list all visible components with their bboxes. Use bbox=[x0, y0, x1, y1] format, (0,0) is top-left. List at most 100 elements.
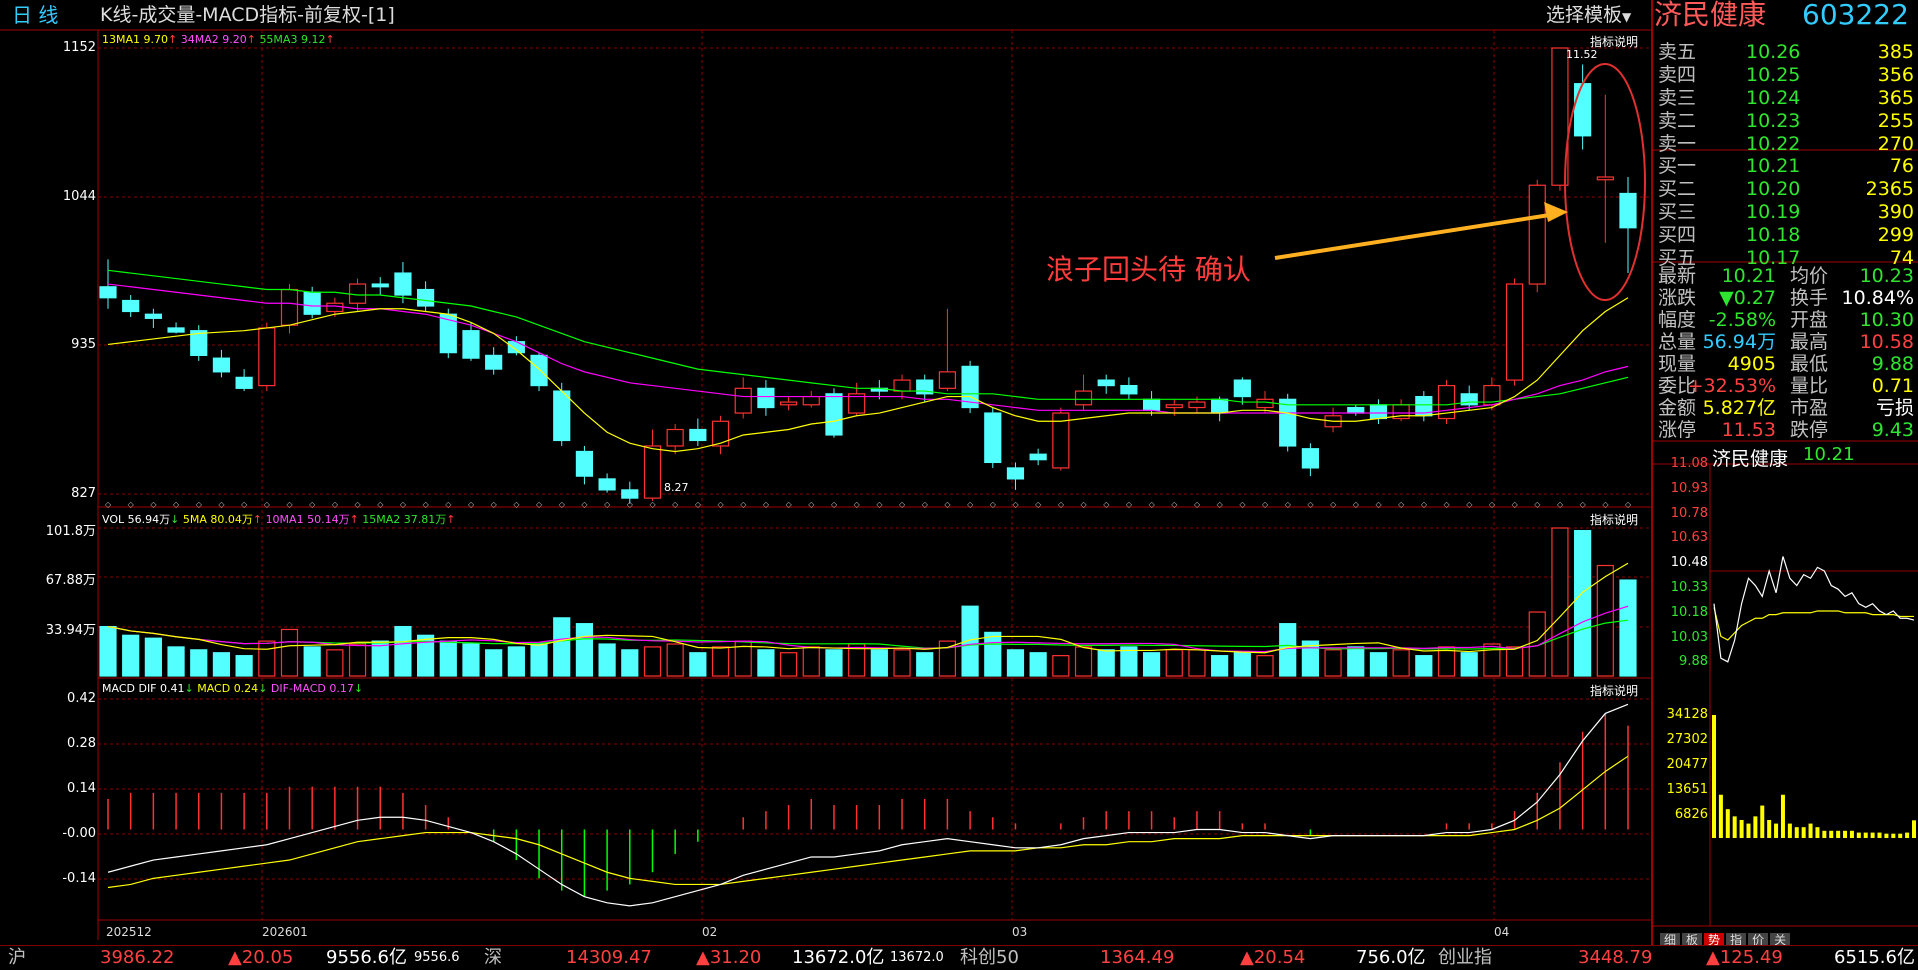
candle-down bbox=[144, 313, 162, 319]
bottom-marker: ◇ bbox=[1602, 500, 1609, 509]
intraday-volume-bar bbox=[1808, 823, 1813, 838]
intraday-volume-bar bbox=[1891, 833, 1896, 838]
candle-down bbox=[1233, 379, 1251, 398]
up-arrow-icon: ↑ bbox=[325, 33, 335, 46]
stat-label: 幅度 bbox=[1658, 309, 1697, 331]
sz-label[interactable]: 深 bbox=[484, 946, 502, 970]
bid-row[interactable]: 买三 10.19 390 bbox=[1658, 201, 1914, 223]
volume-indicator-link[interactable]: 指标说明 bbox=[1590, 511, 1638, 528]
volume-bar-up bbox=[348, 643, 367, 677]
volume-bar-down bbox=[507, 646, 525, 677]
ask-row[interactable]: 卖三 10.24 365 bbox=[1658, 87, 1914, 109]
volume-bar-down bbox=[825, 649, 843, 677]
stat-label: 涨跌 bbox=[1658, 287, 1697, 309]
macd-ytick: -0.00 bbox=[62, 826, 96, 841]
intraday-avg-line bbox=[1713, 607, 1914, 641]
bottom-marker: ◇ bbox=[740, 500, 747, 509]
bottom-marker: ◇ bbox=[1239, 500, 1246, 509]
stat-value: -2.58% bbox=[1708, 309, 1776, 331]
bottom-marker: ◇ bbox=[922, 500, 929, 509]
candle-down bbox=[621, 489, 639, 499]
bid-row[interactable]: 买二 10.20 2365 bbox=[1658, 178, 1914, 200]
chart-canvas: ◇ ◇ ◇ ◇ ◇ ◇ ◇ ◇ ◇ ◇ ◇ ◇ ◇ ◇ ◇ ◇ ◇ ◇ ◇ ◇ ◇ ◇ ◇ ◇ ◇ ◇ ◇ ◇ ◇ ◇ ◇ ◇ ◇ ◇ ◇ ◇ ◇ ◇ ◇ ◇… bbox=[0, 0, 1918, 945]
volume-ytick: 33.94万 bbox=[45, 623, 96, 638]
cyb-amount: 6515.6亿 bbox=[1834, 947, 1915, 968]
intraday-volume-bar bbox=[1760, 805, 1765, 838]
candle-up bbox=[666, 428, 684, 447]
kline-legend: 13MA1 9.70↑ 34MA2 9.20↑ 55MA3 9.12↑ bbox=[102, 33, 335, 46]
stat-value: 10.84% bbox=[1841, 287, 1914, 309]
order-volume: 255 bbox=[1877, 110, 1914, 132]
intraday-volume-bar bbox=[1912, 820, 1916, 838]
candle-up bbox=[326, 302, 344, 313]
bottom-marker: ◇ bbox=[196, 500, 203, 509]
bid-row[interactable]: 买四 10.18 299 bbox=[1658, 224, 1914, 246]
candle-down bbox=[212, 357, 231, 373]
candle-up bbox=[348, 283, 367, 304]
cyb-label[interactable]: 创业指 bbox=[1438, 946, 1492, 970]
order-volume: 270 bbox=[1877, 133, 1914, 155]
macd-indicator-link[interactable]: 指标说明 bbox=[1590, 682, 1638, 699]
volume-bar-down bbox=[598, 643, 616, 677]
order-price: 10.19 bbox=[1746, 201, 1801, 223]
template-select-button[interactable]: 选择模板▼ bbox=[1546, 0, 1631, 30]
candle-down bbox=[1347, 406, 1365, 414]
high-price-label: 11.52 bbox=[1566, 48, 1598, 61]
stat-value: 10.23 bbox=[1859, 265, 1914, 287]
bottom-marker: ◇ bbox=[445, 500, 452, 509]
candle-down bbox=[462, 330, 480, 359]
intraday-price-tick: 10.93 bbox=[1670, 480, 1708, 496]
bottom-marker: ◇ bbox=[1625, 500, 1632, 509]
order-price: 10.23 bbox=[1746, 110, 1801, 132]
volume-bar-down bbox=[621, 649, 639, 677]
bottom-marker: ◇ bbox=[718, 500, 725, 509]
bottom-marker: ◇ bbox=[876, 500, 883, 509]
intraday-volume-bar bbox=[1843, 830, 1848, 838]
volume-bar-down bbox=[462, 643, 480, 677]
up-arrow-icon: ↑ bbox=[446, 513, 456, 526]
order-price: 10.25 bbox=[1746, 64, 1801, 86]
stat-value: 10.21 bbox=[1721, 265, 1776, 287]
volume-bar-down bbox=[530, 643, 548, 677]
quote-stat-row: 涨停 11.53 跌停 9.43 bbox=[1658, 419, 1914, 441]
down-arrow-icon: ↓ bbox=[353, 682, 364, 695]
bottom-marker: ◇ bbox=[128, 500, 135, 509]
dea-legend: MACD 0.24 bbox=[197, 682, 259, 695]
intraday-volume-tick: 34128 bbox=[1666, 707, 1708, 722]
volume-bar-down bbox=[1233, 652, 1251, 677]
intraday-layer bbox=[1710, 556, 1918, 838]
volume-bar-up bbox=[1392, 649, 1410, 677]
bottom-marker: ◇ bbox=[672, 500, 679, 509]
ask-row[interactable]: 卖一 10.22 270 bbox=[1658, 133, 1914, 155]
volume-bar-down bbox=[575, 623, 594, 677]
candle-up bbox=[1505, 283, 1524, 381]
volume-bar-down bbox=[144, 637, 162, 677]
volume-bar-up bbox=[643, 646, 662, 677]
ask-row[interactable]: 卖五 10.26 385 bbox=[1658, 41, 1914, 63]
ask-row[interactable]: 卖四 10.25 356 bbox=[1658, 64, 1914, 86]
volume-bar-up bbox=[1551, 527, 1569, 677]
kc50-label[interactable]: 科创50 bbox=[960, 946, 1019, 970]
bottom-marker: ◇ bbox=[355, 500, 362, 509]
intraday-volume-bar bbox=[1780, 794, 1785, 838]
intraday-title: 济民健康 bbox=[1712, 448, 1789, 470]
intraday-volume-bar bbox=[1732, 816, 1737, 838]
intraday-volume-bar bbox=[1884, 833, 1889, 838]
sh-label[interactable]: 沪 bbox=[8, 946, 26, 970]
candle-down bbox=[553, 390, 571, 442]
quote-stat-row: 最新 10.21 均价 10.23 bbox=[1658, 265, 1914, 287]
ma55-line bbox=[107, 269, 1629, 406]
intraday-volume-tick: 13651 bbox=[1666, 782, 1708, 797]
bid-row[interactable]: 买一 10.21 76 bbox=[1658, 155, 1914, 177]
candle-down bbox=[598, 478, 616, 491]
volume-bar-down bbox=[303, 646, 321, 677]
candle-down bbox=[485, 354, 503, 370]
bottom-marker: ◇ bbox=[105, 500, 112, 509]
order-volume: 365 bbox=[1877, 87, 1914, 109]
candle-up bbox=[893, 379, 911, 392]
order-label: 买一 bbox=[1658, 155, 1697, 177]
volume-bar-down bbox=[1097, 649, 1115, 677]
period-label[interactable]: 日 线 bbox=[12, 0, 58, 30]
macd-ytick: 0.42 bbox=[67, 691, 96, 706]
ask-row[interactable]: 卖二 10.23 255 bbox=[1658, 110, 1914, 132]
